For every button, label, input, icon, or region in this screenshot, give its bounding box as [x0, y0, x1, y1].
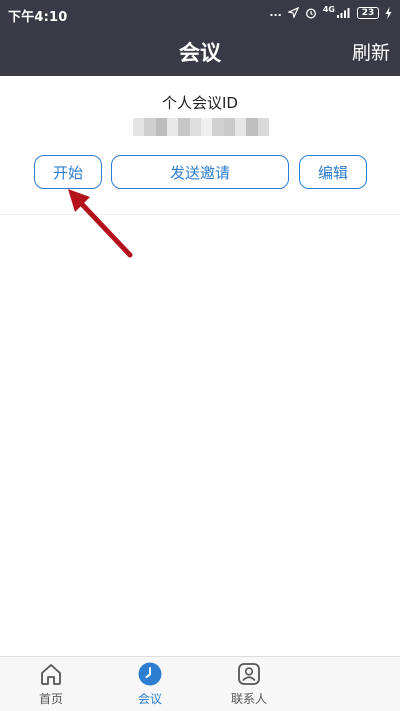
personal-meeting-id-value-blurred [133, 118, 269, 136]
contacts-icon [238, 663, 260, 685]
tab-contacts-label: 联系人 [230, 692, 267, 706]
network-label: 4G [322, 5, 335, 14]
edit-button[interactable]: 编辑 [299, 155, 367, 189]
charging-icon [385, 6, 392, 19]
status-bar: 下午4:10 ... 4G 23 [0, 0, 400, 28]
tab-contacts[interactable]: 联系人 [219, 661, 279, 707]
start-meeting-button[interactable]: 开始 [34, 155, 102, 189]
personal-meeting-id-label: 个人会议ID [162, 94, 238, 112]
battery-indicator: 23 [357, 6, 379, 19]
meetings-screen: 下午4:10 ... 4G 23 会议 刷新 个人会议ID 开始 发送邀请 编辑… [0, 0, 400, 711]
send-invite-button[interactable]: 发送邀请 [111, 155, 289, 189]
status-time: 下午4:10 [8, 10, 68, 25]
tab-meetings-label: 会议 [137, 692, 162, 706]
page-title: 会议 [179, 41, 221, 65]
signal-icon [337, 7, 351, 18]
location-icon [287, 7, 299, 18]
home-icon [41, 664, 61, 685]
status-icons: ... 4G 23 [269, 5, 392, 19]
bottom-tab-bar: 首页 会议 联系人 [0, 656, 400, 711]
nav-bar: 会议 刷新 [0, 28, 400, 76]
tab-meetings[interactable]: 会议 [120, 661, 180, 707]
tab-home-label: 首页 [38, 692, 63, 706]
clock-icon [138, 662, 162, 686]
refresh-button[interactable]: 刷新 [352, 38, 390, 65]
alarm-icon [305, 7, 317, 19]
annotation-arrow [68, 189, 133, 258]
more-dots-icon: ... [269, 6, 282, 19]
tab-home[interactable]: 首页 [21, 661, 81, 707]
